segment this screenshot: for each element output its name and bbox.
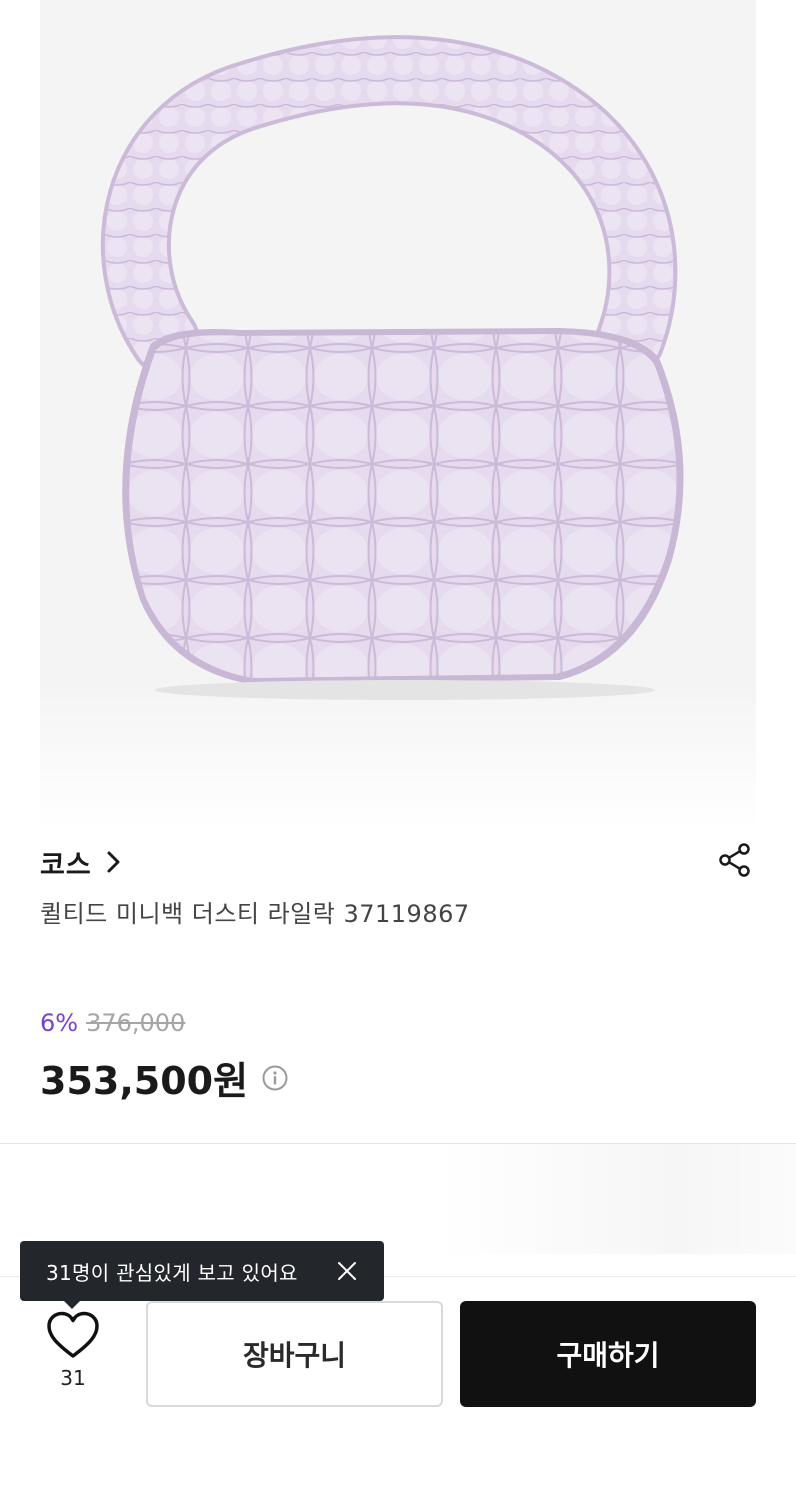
sale-price: 353,500원 — [40, 1059, 249, 1103]
original-price: 376,000 — [86, 1009, 186, 1037]
info-icon[interactable] — [262, 1065, 288, 1091]
share-icon — [719, 843, 750, 877]
content-placeholder — [0, 1144, 796, 1254]
interest-tooltip: 31명이 관심있게 보고 있어요 — [20, 1241, 384, 1301]
like-count: 31 — [60, 1366, 86, 1390]
chevron-right-icon — [107, 851, 120, 873]
product-title: 퀼티드 미니백 더스티 라일락 37119867 — [40, 900, 470, 928]
buy-now-button[interactable]: 구매하기 — [460, 1301, 756, 1407]
brand-name: 코스 — [40, 849, 92, 881]
discount-rate: 6% — [40, 1009, 79, 1037]
tooltip-arrow — [63, 1300, 81, 1309]
discount-row: 6% 376,000 — [40, 1009, 185, 1037]
brand-link[interactable]: 코스 — [40, 840, 124, 884]
like-button[interactable]: 31 — [40, 1310, 106, 1400]
add-to-cart-button[interactable]: 장바구니 — [146, 1301, 443, 1407]
bag-illustration — [101, 35, 684, 700]
heart-icon — [47, 1311, 99, 1358]
share-button[interactable] — [714, 838, 756, 882]
close-icon[interactable] — [336, 1260, 358, 1282]
price-row: 353,500원 — [40, 1050, 288, 1105]
tooltip-text: 31명이 관심있게 보고 있어요 — [46, 1260, 298, 1285]
product-image-area — [0, 0, 796, 830]
